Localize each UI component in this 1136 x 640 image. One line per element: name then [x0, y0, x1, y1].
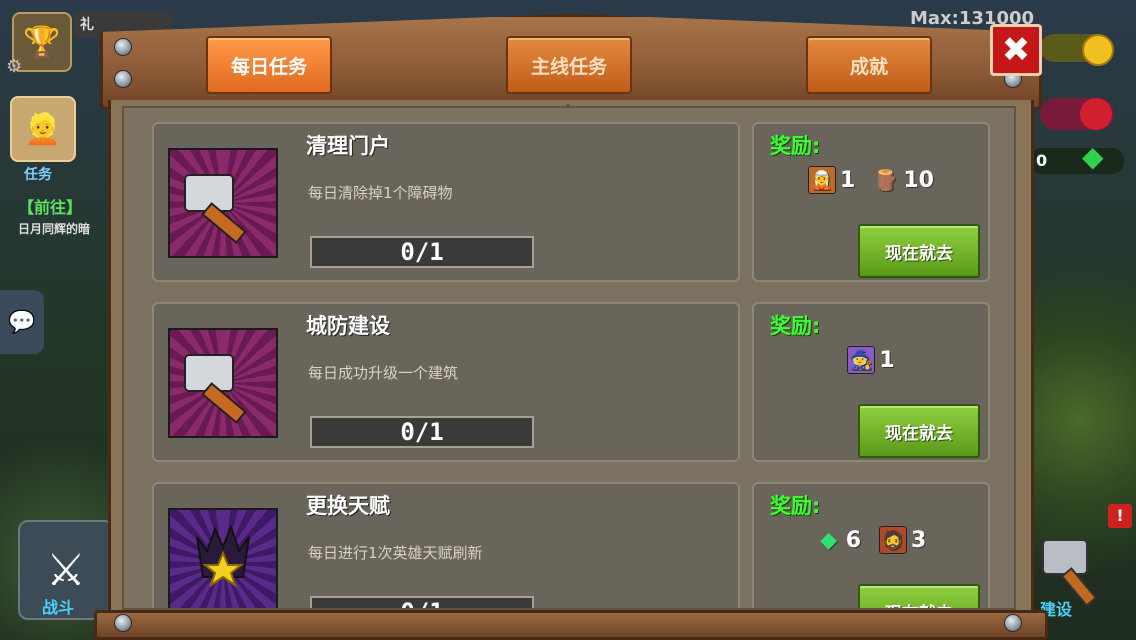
- goto-link[interactable]: 【前往】: [18, 194, 82, 218]
- task-description: 每日清除掉1个障碍物: [308, 184, 453, 202]
- reward-card: 奖励: 🧝 1 🪵 10 现在就去: [752, 122, 990, 282]
- gear-icon[interactable]: ⚙: [6, 56, 22, 77]
- ruby-icon: [1080, 98, 1112, 130]
- reward-count: 3: [911, 527, 927, 553]
- reward-count: 10: [903, 167, 934, 193]
- task-label: 任务: [24, 167, 52, 183]
- coin-icon: [1082, 34, 1114, 66]
- hammer-icon: [168, 328, 278, 438]
- tab-achievements[interactable]: 成就: [806, 36, 932, 94]
- reward-item: 🧔 3: [879, 526, 926, 554]
- task-progress: 0/1: [310, 596, 534, 608]
- close-icon: ✖: [1001, 30, 1031, 70]
- task-description: 每日成功升级一个建筑: [308, 364, 459, 382]
- hero-card-icon: 🧝: [808, 166, 837, 194]
- reward-label: 奖励:: [770, 314, 821, 338]
- task-card: 清理门户 每日清除掉1个障碍物 0/1: [152, 122, 740, 282]
- reward-card: 奖励: 🧙 1 现在就去: [752, 302, 990, 462]
- hero-avatar[interactable]: 👱: [10, 96, 76, 162]
- gem-count: 0: [1030, 148, 1124, 174]
- task-list[interactable]: 清理门户 每日清除掉1个障碍物 0/1 奖励: 🧝 1 🪵 10 现在就去 城防…: [122, 106, 1016, 610]
- chat-icon[interactable]: 💬: [0, 290, 44, 354]
- task-card: 更换天赋 每日进行1次英雄天赋刷新 0/1: [152, 482, 740, 608]
- bolt-icon: [114, 614, 132, 632]
- hammer-icon: [168, 148, 278, 258]
- task-title: 城防建设: [306, 314, 390, 338]
- task-description: 每日进行1次英雄天赋刷新: [308, 544, 483, 562]
- talent-star-icon: [168, 508, 278, 608]
- reward-item: 🧙 1: [847, 346, 895, 374]
- reward-count: 1: [879, 347, 895, 373]
- reward-count: 6: [845, 527, 861, 553]
- go-now-button[interactable]: 现在就去: [858, 584, 980, 608]
- go-now-button[interactable]: 现在就去: [858, 404, 980, 458]
- reward-item: 🪵 10: [873, 166, 934, 194]
- tab-daily-tasks[interactable]: 每日任务: [206, 36, 332, 94]
- reward-item: ◆ 6: [816, 526, 861, 554]
- task-progress: 0/1: [310, 416, 534, 448]
- tab-main-tasks[interactable]: 主线任务: [506, 36, 632, 94]
- reward-item: 🧝 1: [808, 166, 855, 194]
- hero-card-icon: 🧙: [847, 346, 876, 374]
- task-title: 清理门户: [306, 134, 390, 158]
- reward-items: ◆ 6 🧔 3: [754, 526, 988, 554]
- battle-label: 战斗: [42, 598, 75, 617]
- reward-count: 1: [840, 167, 856, 193]
- go-now-button[interactable]: 现在就去: [858, 224, 980, 278]
- quest-text: 日月同辉的暗: [18, 222, 91, 236]
- panel-footer: [94, 610, 1048, 640]
- hero-card-icon: 🧔: [879, 526, 907, 554]
- close-button[interactable]: ✖: [990, 24, 1042, 76]
- task-title: 更换天赋: [306, 494, 390, 518]
- reward-card: 奖励: ◆ 6 🧔 3 现在就去: [752, 482, 990, 608]
- wood-icon: 🪵: [873, 168, 899, 192]
- reward-label: 奖励:: [770, 494, 821, 518]
- bolt-icon: [114, 38, 132, 56]
- gem-icon: ◆: [820, 527, 838, 553]
- bolt-icon: [1004, 614, 1022, 632]
- task-card: 城防建设 每日成功升级一个建筑 0/1: [152, 302, 740, 462]
- reward-items: 🧙 1: [754, 346, 988, 374]
- reward-items: 🧝 1 🪵 10: [754, 166, 988, 194]
- bolt-icon: [114, 70, 132, 88]
- task-progress: 0/1: [310, 236, 534, 268]
- gem-icon[interactable]: ◆: [1082, 140, 1104, 173]
- reward-label: 奖励:: [770, 134, 821, 158]
- task-panel: ~ ✦ ~ 每日任务 主线任务 成就 ✖ 清理门户 每日清除掉1个障碍物 0/1…: [94, 14, 1048, 640]
